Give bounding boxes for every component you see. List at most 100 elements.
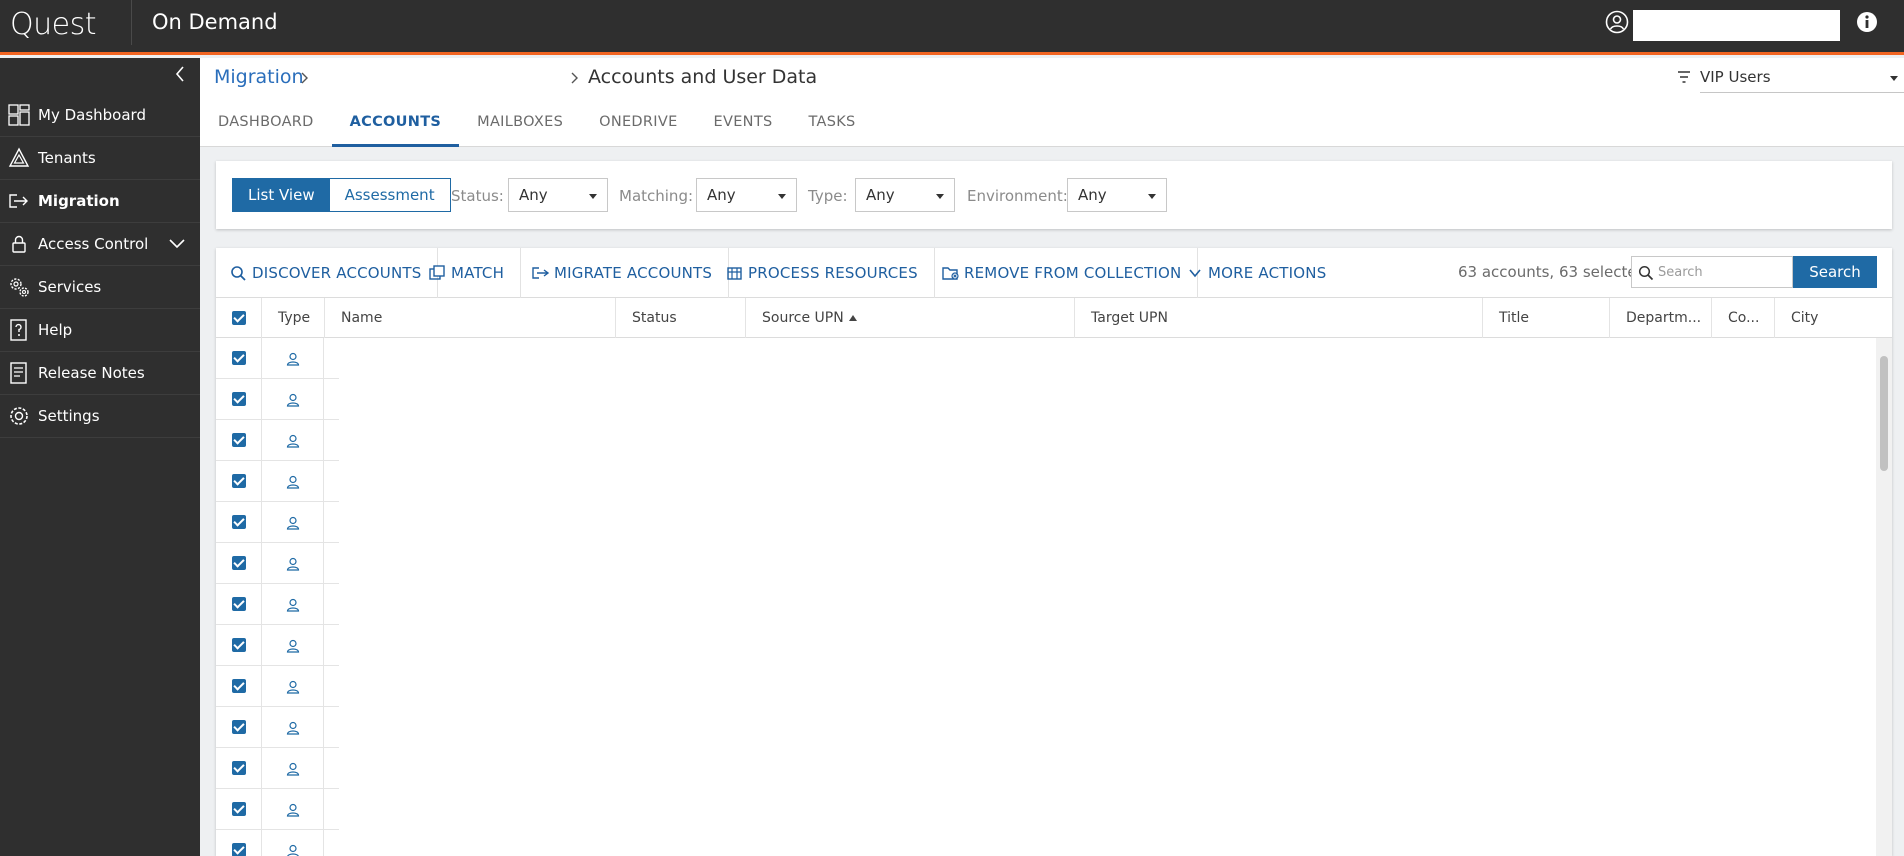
tab-events[interactable]: EVENTS — [696, 110, 791, 147]
table-row[interactable] — [216, 666, 339, 707]
filter-panel: List View Assessment Status: Any Matchin… — [216, 161, 1892, 229]
column-header-name[interactable]: Name — [324, 298, 615, 338]
table-row[interactable] — [216, 789, 339, 830]
sidebar-item-services[interactable]: Services — [0, 266, 200, 309]
table-body — [216, 338, 1876, 856]
select-all-checkbox[interactable] — [232, 311, 246, 325]
row-checkbox[interactable] — [232, 392, 246, 406]
column-header-company[interactable]: Co... — [1711, 298, 1774, 338]
user-icon — [286, 844, 299, 856]
table-row[interactable] — [216, 379, 339, 420]
migration-icon — [532, 267, 550, 279]
collapse-sidebar-icon[interactable] — [172, 64, 188, 84]
row-checkbox[interactable] — [232, 351, 246, 365]
search-input[interactable] — [1658, 261, 1788, 283]
product-title: On Demand — [152, 10, 278, 34]
column-header-source-upn[interactable]: Source UPN — [745, 298, 1074, 338]
row-checkbox[interactable] — [232, 843, 246, 856]
sidebar-item-my-dashboard[interactable]: My Dashboard — [0, 94, 200, 137]
row-checkbox[interactable] — [232, 433, 246, 447]
breadcrumb-migration[interactable]: Migration — [214, 66, 304, 88]
chevron-down-icon — [1189, 269, 1201, 278]
table-header: Type Name Status Source UPN Target UPN T… — [216, 298, 1892, 338]
vertical-scrollbar[interactable] — [1876, 338, 1892, 856]
user-icon — [286, 598, 299, 612]
dashboard-icon — [0, 103, 38, 127]
migrate-accounts-button[interactable]: MIGRATE ACCOUNTS — [518, 248, 730, 298]
row-checkbox[interactable] — [232, 802, 246, 816]
match-button[interactable]: MATCH — [415, 248, 522, 298]
sidebar-item-label: Services — [38, 278, 102, 296]
process-resources-label: PROCESS RESOURCES — [748, 264, 918, 282]
tab-bar: DASHBOARD ACCOUNTS MAILBOXES ONEDRIVE EV… — [200, 110, 874, 147]
sidebar-item-tenants[interactable]: Tenants — [0, 137, 200, 180]
tab-onedrive[interactable]: ONEDRIVE — [581, 110, 695, 147]
table-row[interactable] — [216, 461, 339, 502]
column-header-city[interactable]: City — [1774, 298, 1892, 338]
row-checkbox[interactable] — [232, 761, 246, 775]
scrollbar-thumb[interactable] — [1880, 356, 1888, 471]
row-checkbox[interactable] — [232, 556, 246, 570]
column-header-target-upn[interactable]: Target UPN — [1074, 298, 1482, 338]
type-cell — [261, 338, 324, 379]
table-row[interactable] — [216, 584, 339, 625]
tab-accounts[interactable]: ACCOUNTS — [331, 110, 460, 147]
chevron-down-icon[interactable] — [168, 235, 186, 253]
status-filter-value: Any — [519, 186, 548, 204]
status-filter-select[interactable]: Any — [508, 178, 608, 212]
type-cell — [261, 420, 324, 461]
assessment-button[interactable]: Assessment — [329, 179, 450, 211]
table-row[interactable] — [216, 502, 339, 543]
list-view-button[interactable]: List View — [233, 179, 330, 211]
search-button[interactable]: Search — [1793, 256, 1877, 288]
sidebar-item-release-notes[interactable]: Release Notes — [0, 352, 200, 395]
tab-tasks[interactable]: TASKS — [790, 110, 873, 147]
column-header-status[interactable]: Status — [615, 298, 745, 338]
user-account-field[interactable] — [1633, 10, 1840, 41]
user-icon[interactable] — [1605, 10, 1629, 34]
more-actions-button[interactable]: MORE ACTIONS — [1172, 248, 1342, 298]
table-row[interactable] — [216, 338, 339, 379]
collection-selected: VIP Users — [1700, 68, 1771, 86]
info-icon[interactable] — [1856, 11, 1878, 33]
table-row[interactable] — [216, 625, 339, 666]
column-header-department[interactable]: Departm... — [1609, 298, 1711, 338]
row-checkbox[interactable] — [232, 720, 246, 734]
row-checkbox[interactable] — [232, 679, 246, 693]
tab-dashboard[interactable]: DASHBOARD — [200, 110, 332, 147]
remove-from-collection-button[interactable]: REMOVE FROM COLLECTION — [928, 248, 1199, 298]
type-filter-select[interactable]: Any — [855, 178, 955, 212]
row-checkbox[interactable] — [232, 597, 246, 611]
table-row[interactable] — [216, 707, 339, 748]
sidebar-item-migration[interactable]: Migration — [0, 180, 200, 223]
table-row[interactable] — [216, 420, 339, 461]
matching-filter-select[interactable]: Any — [696, 178, 797, 212]
sidebar-item-help[interactable]: Help — [0, 309, 200, 352]
quest-logo[interactable]: Quest — [10, 7, 96, 42]
match-label: MATCH — [451, 264, 505, 282]
process-resources-button[interactable]: PROCESS RESOURCES — [712, 248, 935, 298]
user-icon — [286, 557, 299, 571]
type-filter-label: Type: — [808, 187, 848, 205]
sort-ascending-icon — [848, 315, 857, 321]
search-field[interactable] — [1631, 256, 1793, 288]
row-checkbox[interactable] — [232, 638, 246, 652]
select-all-checkbox-cell — [232, 298, 261, 338]
environment-filter-select[interactable]: Any — [1067, 178, 1167, 212]
caret-down-icon — [1890, 76, 1898, 81]
tenants-icon — [0, 146, 38, 170]
column-header-type[interactable]: Type — [261, 298, 324, 338]
table-row[interactable] — [216, 830, 339, 856]
column-header-title[interactable]: Title — [1482, 298, 1609, 338]
type-cell — [261, 543, 324, 584]
row-checkbox[interactable] — [232, 515, 246, 529]
tab-mailboxes[interactable]: MAILBOXES — [459, 110, 581, 147]
collection-selector[interactable]: VIP Users — [1676, 66, 1904, 93]
sidebar-item-access-control[interactable]: Access Control — [0, 223, 200, 266]
table-row[interactable] — [216, 543, 339, 584]
row-checkbox[interactable] — [232, 474, 246, 488]
sidebar-item-settings[interactable]: Settings — [0, 395, 200, 438]
discover-accounts-button[interactable]: DISCOVER ACCOUNTS — [216, 248, 439, 298]
table-row[interactable] — [216, 748, 339, 789]
gears-icon — [0, 275, 38, 299]
